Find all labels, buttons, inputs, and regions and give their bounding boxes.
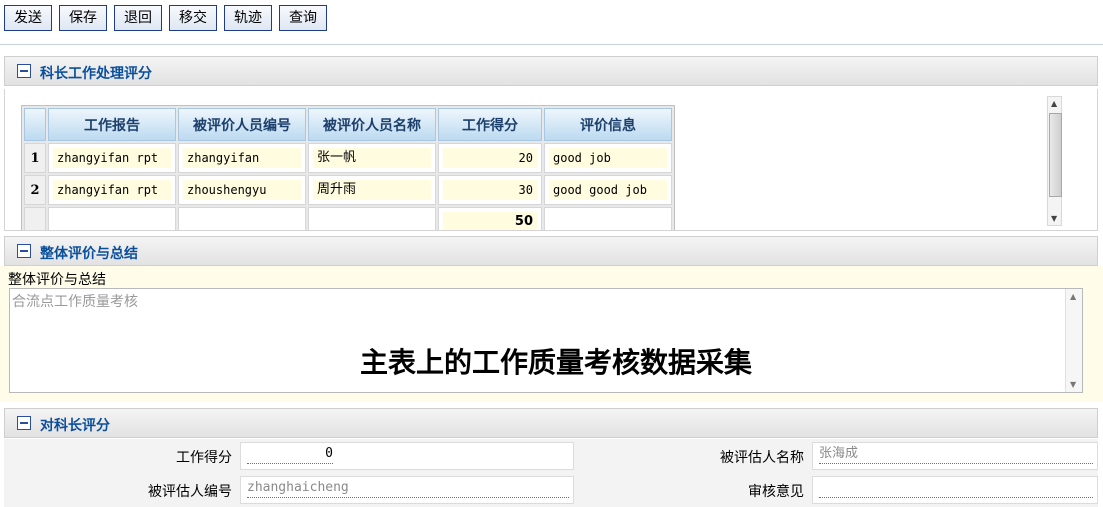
id-cell[interactable]: zhoushengyu: [178, 175, 306, 205]
id-value: zhangyifan: [183, 148, 301, 168]
info-value: good good job: [549, 180, 667, 200]
review-label: 审核意见: [748, 484, 804, 500]
score-field-value: 0: [247, 445, 333, 464]
empty-cell: [48, 207, 176, 230]
id-value: zhoushengyu: [183, 180, 301, 200]
return-button[interactable]: 退回: [114, 5, 162, 31]
name-cell[interactable]: 周升雨: [308, 175, 436, 205]
id-cell[interactable]: zhangyifan: [178, 143, 306, 173]
id-field-value: zhanghaicheng: [247, 479, 569, 498]
section-title: 对科长评分: [40, 418, 110, 434]
report-cell[interactable]: zhangyifan rpt: [48, 143, 176, 173]
column-header[interactable]: 工作报告: [48, 108, 176, 141]
query-button[interactable]: 查询: [279, 5, 327, 31]
row-number: 2: [24, 175, 46, 205]
collapse-icon[interactable]: [17, 244, 31, 258]
scroll-down-icon[interactable]: ▼: [1051, 214, 1057, 223]
summary-row: 50: [24, 207, 672, 230]
empty-cell: [308, 207, 436, 230]
scroll-down-icon[interactable]: ▼: [1070, 380, 1076, 389]
send-button[interactable]: 发送: [4, 5, 52, 31]
section-header-chief-scoring[interactable]: 科长工作处理评分: [4, 56, 1098, 86]
total-score: 50: [443, 212, 537, 230]
summary-panel: 整体评价与总结 合流点工作质量考核 ▲ ▼ 主表上的工作质量考核数据采集: [0, 266, 1103, 402]
table-row[interactable]: 1 zhangyifan rpt zhangyifan 张一帆 20 good …: [24, 143, 672, 173]
save-button[interactable]: 保存: [59, 5, 107, 31]
column-header[interactable]: 评价信息: [544, 108, 672, 141]
report-cell[interactable]: zhangyifan rpt: [48, 175, 176, 205]
id-label: 被评估人编号: [148, 484, 232, 500]
overlay-caption: 主表上的工作质量考核数据采集: [360, 346, 753, 379]
section-header-summary[interactable]: 整体评价与总结: [4, 236, 1098, 266]
track-button[interactable]: 轨迹: [224, 5, 272, 31]
column-header[interactable]: 被评价人员名称: [308, 108, 436, 141]
score-value: 30: [443, 180, 537, 200]
form-row: 工作得分 0 被评估人名称 张海成: [4, 439, 1098, 473]
summary-label: 整体评价与总结: [8, 272, 106, 288]
transfer-button[interactable]: 移交: [169, 5, 217, 31]
column-header[interactable]: 工作得分: [438, 108, 542, 141]
toolbar: 发送 保存 退回 移交 轨迹 查询: [0, 0, 1103, 45]
report-value: zhangyifan rpt: [53, 180, 171, 200]
row-number: 1: [24, 143, 46, 173]
scroll-up-icon[interactable]: ▲: [1051, 99, 1057, 108]
name-cell[interactable]: 张一帆: [308, 143, 436, 173]
score-grid: 工作报告 被评价人员编号 被评价人员名称 工作得分 评价信息 1 zhangyi…: [21, 105, 675, 230]
grid-scrollbar[interactable]: ▲ ▼: [1047, 96, 1062, 226]
report-value: zhangyifan rpt: [53, 148, 171, 168]
info-cell[interactable]: good job: [544, 143, 672, 173]
name-field[interactable]: 张海成: [812, 442, 1098, 470]
name-label: 被评估人名称: [720, 450, 804, 466]
review-field-value: [819, 479, 1093, 498]
collapse-icon[interactable]: [17, 416, 31, 430]
total-cell: 50: [438, 207, 542, 230]
info-cell[interactable]: good good job: [544, 175, 672, 205]
name-value: 周升雨: [313, 180, 431, 200]
score-field[interactable]: 0: [240, 442, 574, 470]
review-field[interactable]: [812, 476, 1098, 504]
column-header[interactable]: 被评价人员编号: [178, 108, 306, 141]
score-cell[interactable]: 20: [438, 143, 542, 173]
info-value: good job: [549, 148, 667, 168]
empty-cell: [178, 207, 306, 230]
id-field[interactable]: zhanghaicheng: [240, 476, 574, 504]
score-label: 工作得分: [176, 450, 232, 466]
name-value: 张一帆: [313, 148, 431, 168]
table-row[interactable]: 2 zhangyifan rpt zhoushengyu 周升雨 30 good…: [24, 175, 672, 205]
score-cell[interactable]: 30: [438, 175, 542, 205]
name-field-value: 张海成: [819, 445, 1093, 464]
section-title: 整体评价与总结: [40, 246, 138, 262]
summary-text: 合流点工作质量考核: [12, 294, 138, 310]
rownum-header: [24, 108, 46, 141]
section-title: 科长工作处理评分: [40, 66, 152, 82]
empty-cell: [544, 207, 672, 230]
scroll-thumb[interactable]: [1049, 113, 1062, 197]
textarea-scrollbar[interactable]: ▲ ▼: [1065, 289, 1082, 392]
section-header-chief-rating[interactable]: 对科长评分: [4, 408, 1098, 438]
score-value: 20: [443, 148, 537, 168]
form-row: 被评估人编号 zhanghaicheng 审核意见: [4, 473, 1098, 507]
grid-panel: 工作报告 被评价人员编号 被评价人员名称 工作得分 评价信息 1 zhangyi…: [4, 89, 1098, 231]
scroll-up-icon[interactable]: ▲: [1070, 292, 1076, 301]
row-number: [24, 207, 46, 230]
collapse-icon[interactable]: [17, 64, 31, 78]
